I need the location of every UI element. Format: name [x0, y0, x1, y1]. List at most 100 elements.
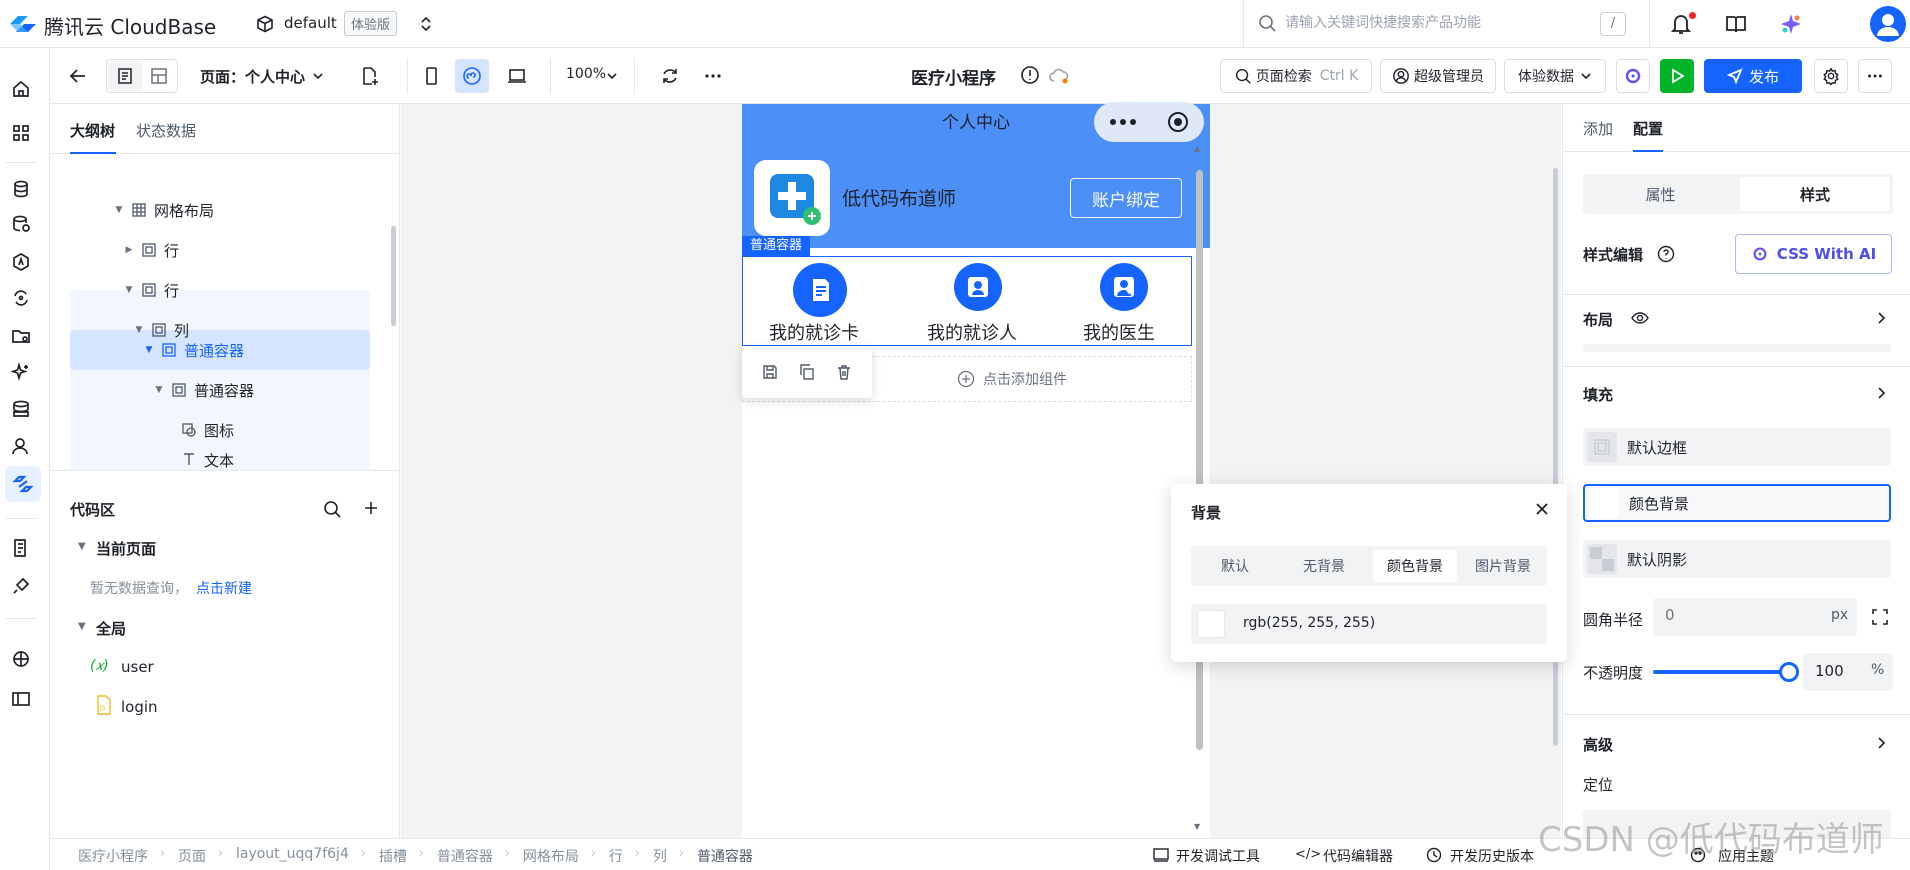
database-icon[interactable]	[10, 178, 32, 200]
code-editor-button[interactable]: 代码编辑器	[1323, 846, 1393, 866]
bg-tab-image[interactable]: 图片背景	[1459, 550, 1547, 582]
tree-node-selected[interactable]: ▼ 普通容器	[142, 330, 244, 370]
global-group[interactable]: 全局	[96, 618, 126, 639]
publish-button[interactable]: 发布	[1704, 59, 1802, 93]
outline-scrollbar[interactable]	[391, 226, 396, 326]
breadcrumb-item[interactable]: 普通容器	[697, 846, 753, 866]
page-view-icon[interactable]	[108, 61, 142, 91]
layout-view-icon[interactable]	[142, 61, 176, 91]
breadcrumb-item[interactable]: 网格布局	[523, 846, 579, 866]
fill-option-border[interactable]: 默认边框	[1583, 428, 1891, 466]
add-icon[interactable]	[362, 499, 380, 517]
lowcode-icon[interactable]	[5, 466, 41, 502]
code-item-login[interactable]: login	[121, 698, 158, 716]
admin-role-button[interactable]: 超级管理员	[1380, 59, 1496, 93]
home-icon[interactable]	[10, 78, 32, 100]
sync-icon[interactable]	[10, 287, 32, 309]
layout-section[interactable]: 布局	[1583, 309, 1613, 330]
refresh-icon[interactable]	[660, 66, 680, 86]
grid-container-selected[interactable]: 我的就诊卡 我的就诊人 我的医生	[742, 256, 1192, 346]
tree-node[interactable]: 文本	[176, 450, 234, 470]
tab-config[interactable]: 配置	[1633, 118, 1663, 139]
collapse-panel-icon[interactable]	[10, 688, 32, 710]
grid-apps-icon[interactable]	[10, 122, 32, 144]
breadcrumb-item[interactable]: 页面	[178, 846, 206, 866]
ai-spark-icon[interactable]	[1779, 12, 1803, 36]
tab-outline-tree[interactable]: 大纲树	[70, 120, 115, 141]
bg-tab-color[interactable]: 颜色背景	[1373, 550, 1457, 582]
breadcrumb-item[interactable]: 行	[609, 846, 623, 866]
opacity-value[interactable]: 100	[1815, 662, 1844, 680]
switch-env-icon[interactable]	[420, 15, 432, 33]
plugin-icon[interactable]	[10, 575, 32, 597]
copy-icon[interactable]	[798, 363, 816, 381]
add-page-icon[interactable]	[360, 66, 380, 86]
color-value-field[interactable]: rgb(255, 255, 255)	[1191, 604, 1547, 644]
caret-down-icon[interactable]: ▼	[78, 541, 86, 552]
ai-sparkles-icon[interactable]	[10, 361, 32, 383]
tree-node[interactable]: ▼ 行	[122, 270, 179, 310]
function-icon[interactable]	[10, 251, 32, 273]
view-mode-toggle[interactable]	[106, 59, 178, 93]
debug-tools-button[interactable]: 开发调试工具	[1176, 846, 1260, 866]
css-with-ai-button[interactable]: CSS With AI	[1735, 234, 1892, 274]
document-list-icon[interactable]	[10, 537, 32, 559]
tree-node[interactable]: ▼ 普通容器	[152, 370, 254, 410]
tab-add[interactable]: 添加	[1583, 118, 1613, 139]
code-item-user[interactable]: user	[121, 658, 154, 676]
bell-icon[interactable]	[1671, 13, 1691, 35]
expand-icon[interactable]	[1871, 608, 1889, 626]
color-value-text[interactable]: rgb(255, 255, 255)	[1243, 615, 1375, 631]
breadcrumb-item[interactable]: 医疗小程序	[78, 846, 148, 866]
segment-style[interactable]: 样式	[1740, 177, 1890, 211]
product-search-input[interactable]	[1285, 9, 1585, 37]
scroll-down-icon[interactable]: ▼	[1194, 822, 1200, 831]
env-name[interactable]: default	[284, 14, 337, 32]
server-icon[interactable]	[10, 398, 32, 420]
back-arrow-icon[interactable]	[68, 66, 88, 86]
folder-icon[interactable]	[10, 325, 32, 347]
breadcrumb-item[interactable]: layout_uqq7f6j4	[236, 846, 349, 862]
mobile-device-icon[interactable]	[421, 66, 441, 86]
segment-properties[interactable]: 属性	[1583, 177, 1738, 211]
tree-node[interactable]: ▶ 行	[122, 230, 179, 270]
user-manage-icon[interactable]	[10, 435, 32, 457]
capsule-menu[interactable]	[1094, 102, 1204, 142]
close-icon[interactable]	[1535, 502, 1549, 516]
breadcrumb-item[interactable]: 插槽	[379, 846, 407, 866]
history-button[interactable]: 开发历史版本	[1450, 846, 1534, 866]
tree-node[interactable]: ▼ 网格布局	[112, 190, 214, 230]
bind-account-button[interactable]: 账户绑定	[1070, 178, 1182, 218]
cloudbase-logo-icon[interactable]	[8, 13, 38, 35]
create-query-link[interactable]: 点击新建	[196, 578, 252, 598]
color-swatch[interactable]	[1197, 610, 1225, 638]
tree-node[interactable]: 图标	[176, 410, 234, 450]
book-icon[interactable]	[1725, 13, 1747, 35]
radius-input[interactable]	[1665, 606, 1805, 624]
chevron-right-icon[interactable]	[1875, 736, 1887, 750]
bg-tab-default[interactable]: 默认	[1191, 550, 1279, 582]
eye-icon[interactable]	[1631, 311, 1649, 325]
cube-settings-icon[interactable]	[10, 648, 32, 670]
zoom-level[interactable]: 100%	[566, 66, 606, 82]
miniprogram-device-icon[interactable]	[455, 59, 489, 93]
bg-tab-none[interactable]: 无背景	[1279, 550, 1369, 582]
help-icon[interactable]	[1657, 245, 1675, 263]
save-icon[interactable]	[761, 363, 779, 381]
more-icon[interactable]	[703, 66, 723, 86]
info-icon[interactable]	[1020, 65, 1040, 85]
delete-icon[interactable]	[835, 363, 853, 381]
user-avatar[interactable]	[1870, 6, 1906, 42]
caret-down-icon[interactable]: ▼	[78, 621, 86, 632]
current-page-group[interactable]: 当前页面	[96, 538, 156, 559]
radius-field[interactable]: px	[1653, 598, 1857, 636]
desktop-device-icon[interactable]	[506, 66, 528, 86]
advanced-section[interactable]: 高级	[1583, 734, 1613, 755]
document-icon[interactable]	[793, 263, 847, 317]
opacity-slider-track[interactable]	[1653, 670, 1789, 674]
tab-state-data[interactable]: 状态数据	[136, 120, 196, 141]
storage-icon[interactable]	[10, 213, 32, 235]
ai-assistant-button[interactable]	[1616, 59, 1650, 93]
breadcrumb-item[interactable]: 普通容器	[437, 846, 493, 866]
settings-button[interactable]	[1814, 59, 1848, 93]
